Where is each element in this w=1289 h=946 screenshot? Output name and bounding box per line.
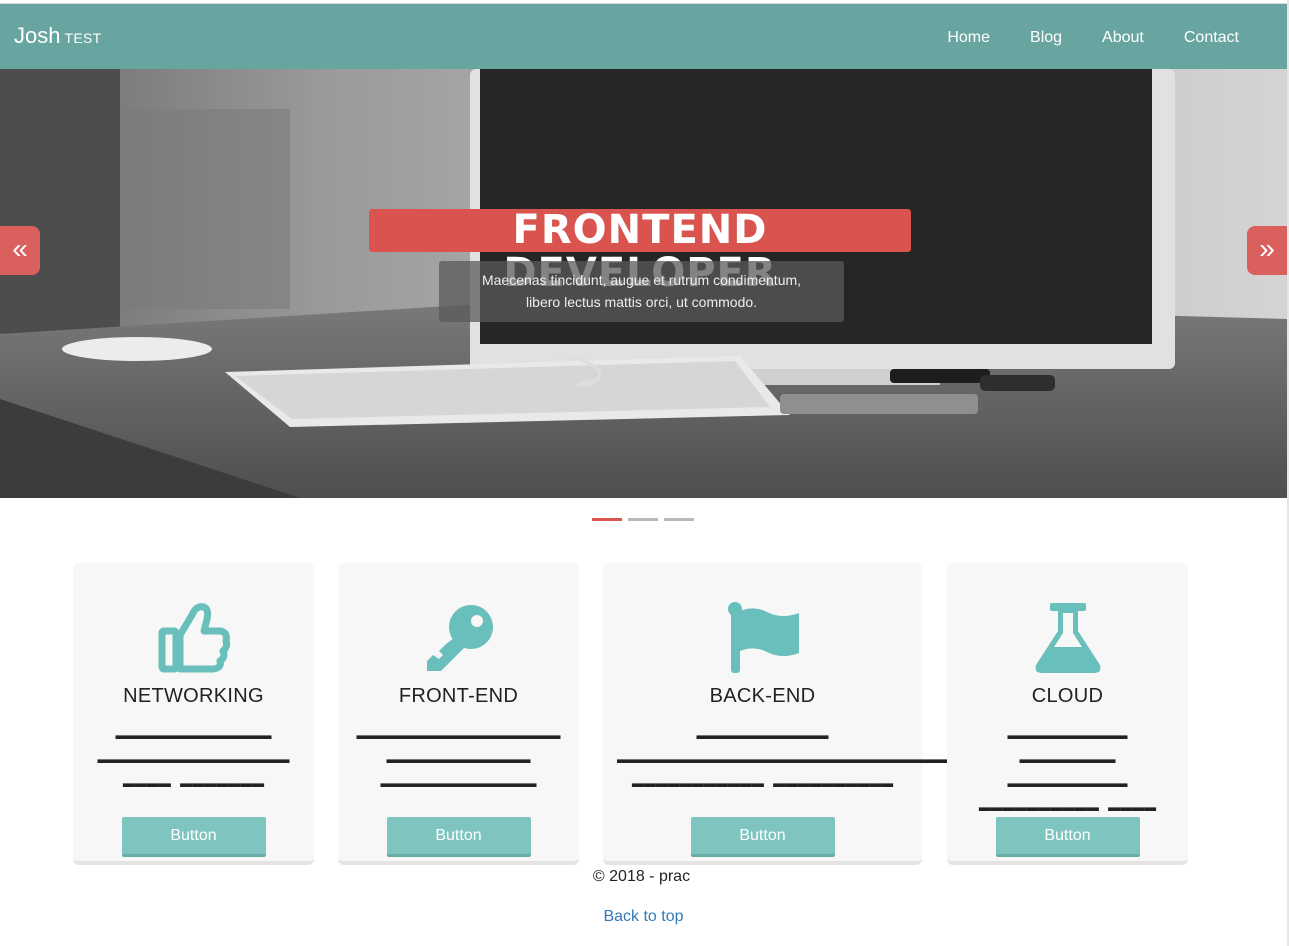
copyright-text: © 2018 - prac xyxy=(592,868,691,885)
carousel-indicators xyxy=(592,518,700,521)
footer-copyright: © 2018 - prac xyxy=(0,868,1287,886)
carousel-indicator-3[interactable] xyxy=(664,518,694,521)
brand-subtitle: TEST xyxy=(64,30,102,46)
card-title: FRONT-END xyxy=(398,685,519,707)
hero-title: FRONTEND DEVELOPER xyxy=(369,209,911,295)
navbar: Josh TEST Home Blog About Contact xyxy=(0,4,1287,69)
card-title: BACK-END xyxy=(709,685,816,707)
footer-back-to-top: Back to top xyxy=(0,908,1287,926)
key-icon xyxy=(426,605,493,671)
back-to-top-link[interactable]: Back to top xyxy=(603,908,683,925)
carousel-prev-button[interactable]: « xyxy=(0,226,40,275)
flask-icon xyxy=(1035,603,1100,673)
hero-caption-line-2: libero lectus mattis orci, ut commodo. xyxy=(525,294,758,310)
flag-icon xyxy=(727,602,799,673)
double-chevron-right-icon: » xyxy=(1259,233,1275,264)
card-button[interactable]: Button xyxy=(995,817,1140,857)
card-button[interactable]: Button xyxy=(386,817,531,857)
hero-carousel: FRONTEND DEVELOPER Maecenas tincidunt, a… xyxy=(0,69,1287,498)
brand[interactable]: Josh TEST xyxy=(14,22,101,52)
card-button[interactable]: Button xyxy=(121,817,266,857)
carousel-next-button[interactable]: » xyxy=(1247,226,1287,275)
card-description: ▬▬▬▬▬▬▬▬▬▬▬▬▬ ▬▬▬▬▬▬▬▬▬▬▬▬▬▬▬▬ ▬▬▬▬ ▬▬▬▬… xyxy=(97,728,290,790)
card-description: ▬▬▬▬▬▬▬▬▬▬▬▬▬▬▬▬▬ ▬▬▬▬▬▬▬▬▬▬▬▬ ▬▬▬▬▬▬▬▬▬… xyxy=(356,728,561,790)
card-cloud: CLOUD ▬▬▬▬▬▬▬▬▬▬ ▬▬▬▬▬▬▬▬ ▬▬▬▬▬▬▬▬▬▬ ▬▬▬… xyxy=(947,563,1188,865)
card-title: NETWORKING xyxy=(123,685,264,707)
nav-contact[interactable]: Contact xyxy=(1184,27,1239,49)
card-networking: NETWORKING ▬▬▬▬▬▬▬▬▬▬▬▬▬ ▬▬▬▬▬▬▬▬▬▬▬▬▬▬▬… xyxy=(73,563,314,865)
nav-blog[interactable]: Blog xyxy=(1030,27,1062,49)
thumbs-up-icon xyxy=(158,603,230,673)
card-description: ▬▬▬▬▬▬▬▬▬▬▬ ▬▬▬▬▬▬▬▬▬▬▬▬▬▬▬▬▬▬▬▬▬▬▬▬▬▬▬▬… xyxy=(617,728,1001,790)
card-button[interactable]: Button xyxy=(690,817,835,857)
card-title: CLOUD xyxy=(1031,685,1104,707)
nav-about[interactable]: About xyxy=(1102,27,1144,49)
nav-links: Home Blog About Contact xyxy=(907,27,1239,49)
card-front-end: FRONT-END ▬▬▬▬▬▬▬▬▬▬▬▬▬▬▬▬▬ ▬▬▬▬▬▬▬▬▬▬▬▬… xyxy=(338,563,579,865)
carousel-indicator-2[interactable] xyxy=(628,518,658,521)
carousel-indicator-1[interactable] xyxy=(592,518,622,521)
hero-caption: Maecenas tincidunt, augue et rutrum cond… xyxy=(439,261,844,322)
nav-home[interactable]: Home xyxy=(947,27,990,49)
double-chevron-left-icon: « xyxy=(12,233,28,264)
hero-caption-line-1: Maecenas tincidunt, augue et rutrum cond… xyxy=(481,272,802,288)
brand-name: Josh xyxy=(14,23,61,48)
card-back-end: BACK-END ▬▬▬▬▬▬▬▬▬▬▬ ▬▬▬▬▬▬▬▬▬▬▬▬▬▬▬▬▬▬▬… xyxy=(603,563,1001,865)
